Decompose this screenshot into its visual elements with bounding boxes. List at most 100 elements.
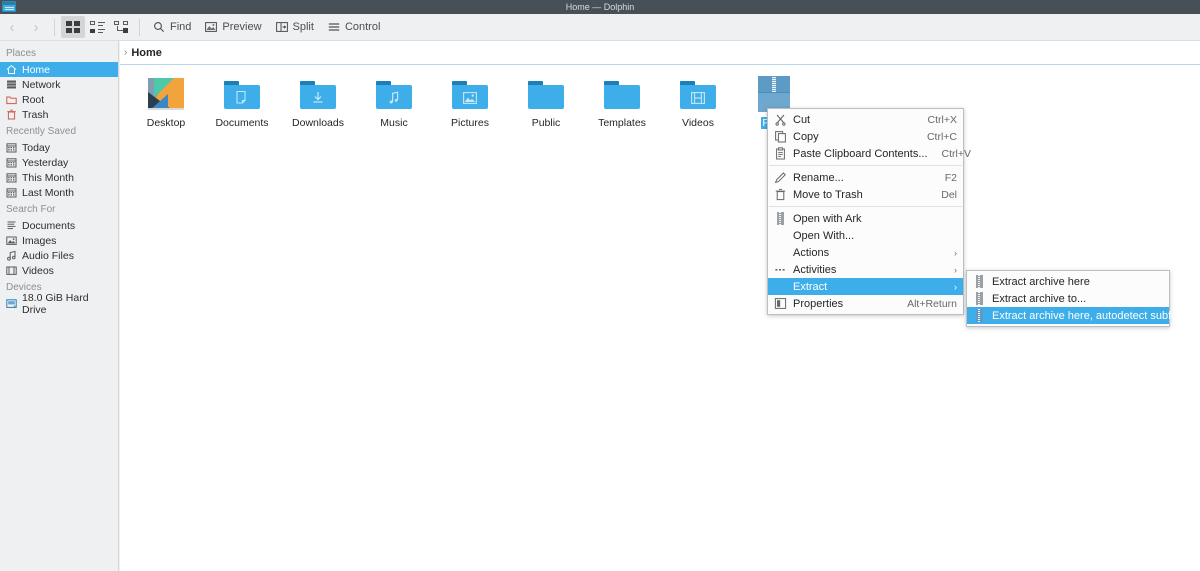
- window-title: Home — Dolphin: [566, 2, 635, 12]
- hamburger-icon: [328, 21, 340, 33]
- file-grid[interactable]: Desktop Documents Downloads Music Pictur…: [120, 65, 1200, 135]
- details-view-button[interactable]: [109, 16, 133, 38]
- menu-icon-placeholder: [774, 229, 787, 242]
- menu-item-label: Move to Trash: [793, 189, 927, 201]
- archive-icon: [973, 275, 986, 288]
- file-item[interactable]: Desktop: [128, 73, 204, 135]
- folder-icon: [680, 81, 716, 109]
- menu-item-label: Actions: [793, 247, 946, 259]
- file-item[interactable]: Templates: [584, 73, 660, 135]
- archive-glyph: [976, 292, 983, 305]
- details-view-icon: [114, 21, 129, 33]
- places-sidebar[interactable]: PlacesHomeNetworkRootTrashRecently Saved…: [0, 41, 119, 571]
- split-icon: [276, 21, 288, 33]
- split-button[interactable]: Split: [269, 16, 321, 38]
- dolphin-window-icon: [2, 1, 16, 12]
- folder-icon: [224, 81, 260, 109]
- control-label: Control: [345, 21, 380, 33]
- sidebar-item-audio-files[interactable]: Audio Files: [0, 248, 118, 263]
- sidebar-item-label: Trash: [22, 109, 48, 121]
- folder-icon: [604, 81, 640, 109]
- menu-item-label: Cut: [793, 114, 914, 126]
- folder-icon: [376, 81, 412, 109]
- menu-item-label: Rename...: [793, 172, 931, 184]
- menu-shortcut: Ctrl+V: [942, 148, 971, 160]
- find-label: Find: [170, 21, 191, 33]
- sidebar-item-root[interactable]: Root: [0, 92, 118, 107]
- trash-icon: [6, 109, 17, 120]
- sidebar-item-trash[interactable]: Trash: [0, 107, 118, 122]
- sidebar-item-yesterday[interactable]: Yesterday: [0, 155, 118, 170]
- sidebar-item-videos[interactable]: Videos: [0, 263, 118, 278]
- network-icon: [6, 79, 17, 90]
- menu-item-actions[interactable]: Actions ›: [768, 244, 963, 261]
- sidebar-item-label: Videos: [22, 265, 54, 277]
- file-item[interactable]: Documents: [204, 73, 280, 135]
- menu-item-activities[interactable]: Activities›: [768, 261, 963, 278]
- file-item[interactable]: Music: [356, 73, 432, 135]
- sidebar-item-label: Today: [22, 142, 50, 154]
- sidebar-item-label: Last Month: [22, 187, 74, 199]
- menu-item-extract[interactable]: Extract›: [768, 278, 963, 295]
- menu-item-paste-clipboard-contents[interactable]: Paste Clipboard Contents...Ctrl+V: [768, 145, 963, 162]
- extract-submenu[interactable]: Extract archive hereExtract archive to..…: [966, 270, 1170, 327]
- sidebar-item-label: Yesterday: [22, 157, 68, 169]
- sidebar-item-images[interactable]: Images: [0, 233, 118, 248]
- archive-icon: [774, 212, 787, 225]
- sidebar-item-network[interactable]: Network: [0, 77, 118, 92]
- sidebar-item-today[interactable]: Today: [0, 140, 118, 155]
- scissors-icon: [774, 113, 787, 126]
- split-label: Split: [293, 21, 314, 33]
- file-label: Videos: [681, 117, 715, 129]
- file-label: Documents: [214, 117, 269, 129]
- chevron-right-icon: ›: [954, 248, 957, 258]
- menu-item-label: Copy: [793, 131, 913, 143]
- menu-item-properties[interactable]: PropertiesAlt+Return: [768, 295, 963, 312]
- menu-item-open-with-ark[interactable]: Open with Ark: [768, 210, 963, 227]
- file-item[interactable]: Public: [508, 73, 584, 135]
- sidebar-section-header: Places: [0, 44, 118, 62]
- menu-item-extract-archive-here[interactable]: Extract archive here: [967, 273, 1169, 290]
- harddrive-icon: [6, 298, 17, 309]
- chevron-right-icon: ›: [954, 282, 957, 292]
- breadcrumb-current[interactable]: Home: [131, 47, 162, 59]
- menu-item-cut[interactable]: CutCtrl+X: [768, 111, 963, 128]
- menu-item-label: Open with Ark: [793, 213, 957, 225]
- find-button[interactable]: Find: [146, 16, 198, 38]
- icons-view-button[interactable]: [61, 16, 85, 38]
- sidebar-item-label: Images: [22, 235, 56, 247]
- file-label: Music: [379, 117, 408, 129]
- sidebar-item-home[interactable]: Home: [0, 62, 118, 77]
- menu-item-open-with[interactable]: Open With...: [768, 227, 963, 244]
- back-button[interactable]: ‹: [0, 16, 24, 38]
- dots-icon: [774, 263, 787, 276]
- preview-button[interactable]: Preview: [198, 16, 268, 38]
- menu-separator: [769, 165, 962, 166]
- menu-item-copy[interactable]: CopyCtrl+C: [768, 128, 963, 145]
- file-item[interactable]: Pictures: [432, 73, 508, 135]
- sidebar-item-this-month[interactable]: This Month: [0, 170, 118, 185]
- file-thumbnail: [676, 74, 720, 114]
- menu-item-extract-archive-to[interactable]: Extract archive to...: [967, 290, 1169, 307]
- sidebar-item-label: Documents: [22, 220, 75, 232]
- video-icon: [6, 265, 17, 276]
- menu-item-rename[interactable]: Rename... F2: [768, 169, 963, 186]
- menu-item-extract-archive-here-autodetect-subfolder[interactable]: Extract archive here, autodetect subfold…: [967, 307, 1169, 324]
- sidebar-item-18-0-gib-hard-drive[interactable]: 18.0 GiB Hard Drive: [0, 296, 118, 311]
- file-label: Downloads: [291, 117, 345, 129]
- file-item[interactable]: Videos: [660, 73, 736, 135]
- file-thumbnail: [220, 74, 264, 114]
- menu-shortcut: F2: [945, 172, 957, 184]
- forward-button[interactable]: ›: [24, 16, 48, 38]
- compact-view-button[interactable]: [85, 16, 109, 38]
- file-item[interactable]: Downloads: [280, 73, 356, 135]
- menu-item-move-to-trash[interactable]: Move to TrashDel: [768, 186, 963, 203]
- file-thumbnail: [524, 74, 568, 114]
- sidebar-item-last-month[interactable]: Last Month: [0, 185, 118, 200]
- sidebar-item-label: Home: [22, 64, 50, 76]
- breadcrumb[interactable]: › Home: [120, 41, 1200, 65]
- sidebar-item-documents[interactable]: Documents: [0, 218, 118, 233]
- folder-icon: [300, 81, 336, 109]
- control-button[interactable]: Control: [321, 16, 387, 38]
- context-menu[interactable]: CutCtrl+XCopyCtrl+CPaste Clipboard Conte…: [767, 108, 964, 315]
